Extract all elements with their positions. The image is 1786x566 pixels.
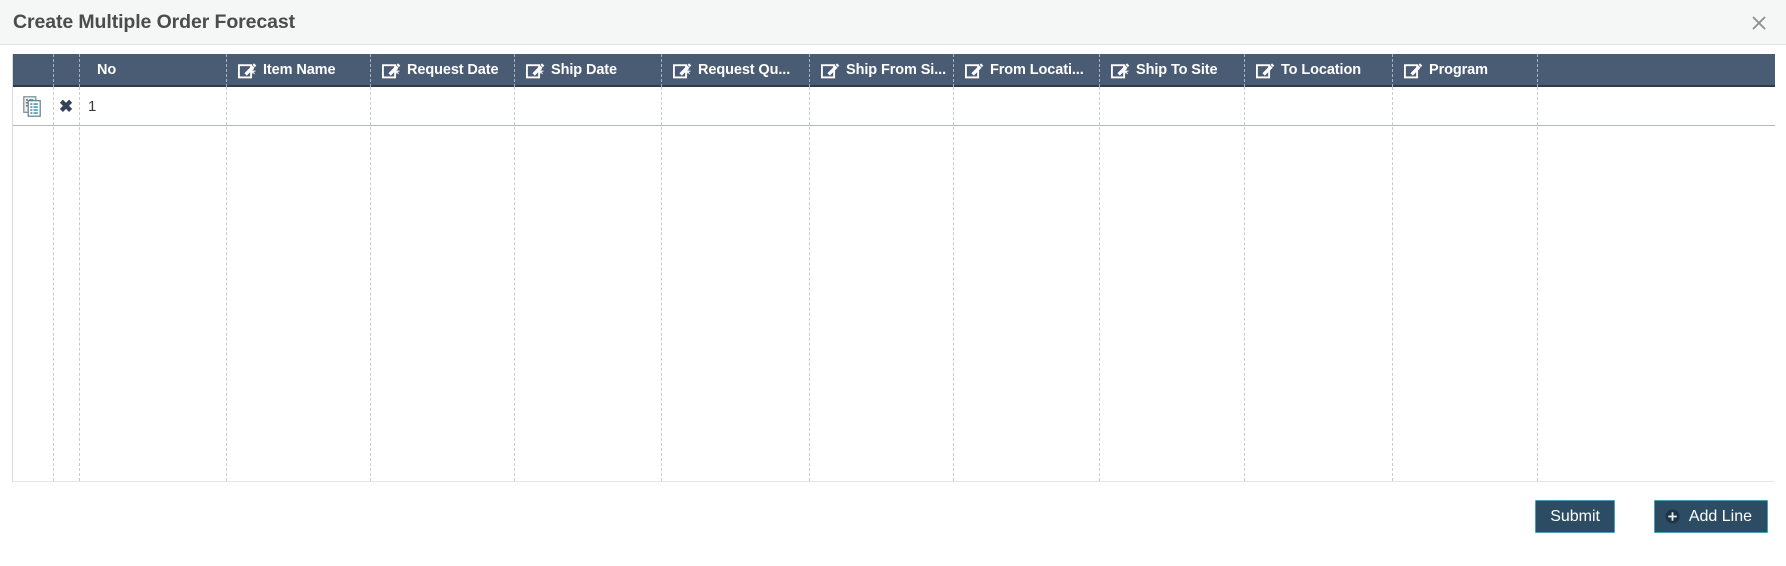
column-header-delete[interactable]	[53, 54, 79, 87]
cell-delete[interactable]: ✖	[53, 87, 79, 126]
column-header-request_date[interactable]: * Request Date	[370, 54, 514, 87]
submit-button[interactable]: Submit	[1535, 500, 1615, 533]
cell-to_location[interactable]	[1244, 87, 1392, 126]
create-multiple-order-forecast-dialog: Create Multiple Order Forecast No * Item N…	[0, 0, 1786, 566]
column-divider	[370, 87, 371, 481]
cell-copy[interactable]	[13, 87, 53, 126]
column-header-item_name[interactable]: * Item Name	[226, 54, 370, 87]
column-header-program[interactable]: Program	[1392, 54, 1537, 87]
page-title: Create Multiple Order Forecast	[13, 11, 295, 33]
column-divider	[953, 87, 954, 481]
cell-ship_date[interactable]	[514, 87, 661, 126]
required-marker: *	[685, 66, 691, 83]
column-header-label: Program	[1429, 62, 1488, 79]
column-header-label: Ship From Si...	[846, 62, 947, 79]
cell-spacer	[1537, 87, 1775, 126]
column-header-label: Request Date	[407, 62, 499, 79]
column-header-no[interactable]: No	[79, 54, 226, 87]
column-header-label: Request Qu...	[698, 62, 791, 79]
column-header-from_location[interactable]: From Locati...	[953, 54, 1099, 87]
plus-circle-icon	[1665, 509, 1680, 524]
column-divider	[79, 87, 80, 481]
column-divider	[514, 87, 515, 481]
column-header-spacer[interactable]	[1537, 54, 1775, 87]
column-header-ship_date[interactable]: * Ship Date	[514, 54, 661, 87]
column-divider	[53, 87, 54, 481]
column-header-label: From Locati...	[990, 62, 1084, 79]
grid-body: ✖ 1	[13, 87, 1775, 481]
cell-item_name[interactable]	[226, 87, 370, 126]
column-divider	[1099, 87, 1100, 481]
grid-header-row: No * Item Name * Request Date * Ship Date * Requ…	[13, 54, 1775, 87]
column-header-request_qty[interactable]: * Request Qu...	[661, 54, 809, 87]
required-marker: *	[250, 66, 256, 83]
column-divider	[661, 87, 662, 481]
required-marker: *	[1123, 66, 1129, 83]
footer-divider	[12, 481, 1774, 482]
order-forecast-grid: No * Item Name * Request Date * Ship Date * Requ…	[12, 54, 1775, 481]
column-header-copy[interactable]	[13, 54, 53, 87]
edit-icon: *	[673, 62, 692, 83]
required-marker: *	[394, 66, 400, 83]
row-separator	[13, 125, 1775, 126]
edit-icon	[1256, 62, 1275, 79]
submit-button-label: Submit	[1550, 507, 1600, 525]
column-divider	[1244, 87, 1245, 481]
table-row: ✖ 1	[13, 87, 1775, 126]
edit-icon: *	[1111, 62, 1130, 83]
column-header-ship_to_site[interactable]: * Ship To Site	[1099, 54, 1244, 87]
dialog-titlebar: Create Multiple Order Forecast	[0, 0, 1786, 45]
add-line-button[interactable]: Add Line	[1653, 500, 1768, 533]
edit-icon	[965, 62, 984, 79]
required-marker: *	[538, 66, 544, 83]
column-header-label: Ship Date	[551, 62, 617, 79]
cell-ship_to_site[interactable]	[1099, 87, 1244, 126]
edit-icon	[1404, 62, 1423, 79]
cell-ship_from_site[interactable]	[809, 87, 953, 126]
copy-icon[interactable]	[22, 96, 44, 117]
edit-icon: *	[238, 62, 257, 83]
column-header-label: Ship To Site	[1136, 62, 1218, 79]
column-header-label: To Location	[1281, 62, 1361, 79]
column-header-ship_from_site[interactable]: Ship From Si...	[809, 54, 953, 87]
cell-no[interactable]: 1	[79, 87, 226, 126]
edit-icon	[821, 62, 840, 79]
cell-program[interactable]	[1392, 87, 1537, 126]
column-divider	[809, 87, 810, 481]
cell-request_qty[interactable]	[661, 87, 809, 126]
column-divider	[1537, 87, 1538, 481]
column-header-to_location[interactable]: To Location	[1244, 54, 1392, 87]
dialog-footer: Submit Add Line	[0, 490, 1786, 550]
column-header-label: Item Name	[263, 62, 336, 79]
cell-request_date[interactable]	[370, 87, 514, 126]
column-header-label: No	[97, 62, 117, 79]
delete-x-icon[interactable]: ✖	[59, 98, 73, 115]
column-divider	[226, 87, 227, 481]
edit-icon: *	[526, 62, 545, 83]
cell-value: 1	[88, 98, 97, 115]
cell-from_location[interactable]	[953, 87, 1099, 126]
column-divider	[1392, 87, 1393, 481]
edit-icon: *	[382, 62, 401, 83]
add-line-button-label: Add Line	[1688, 507, 1752, 525]
close-icon[interactable]	[1748, 12, 1770, 34]
